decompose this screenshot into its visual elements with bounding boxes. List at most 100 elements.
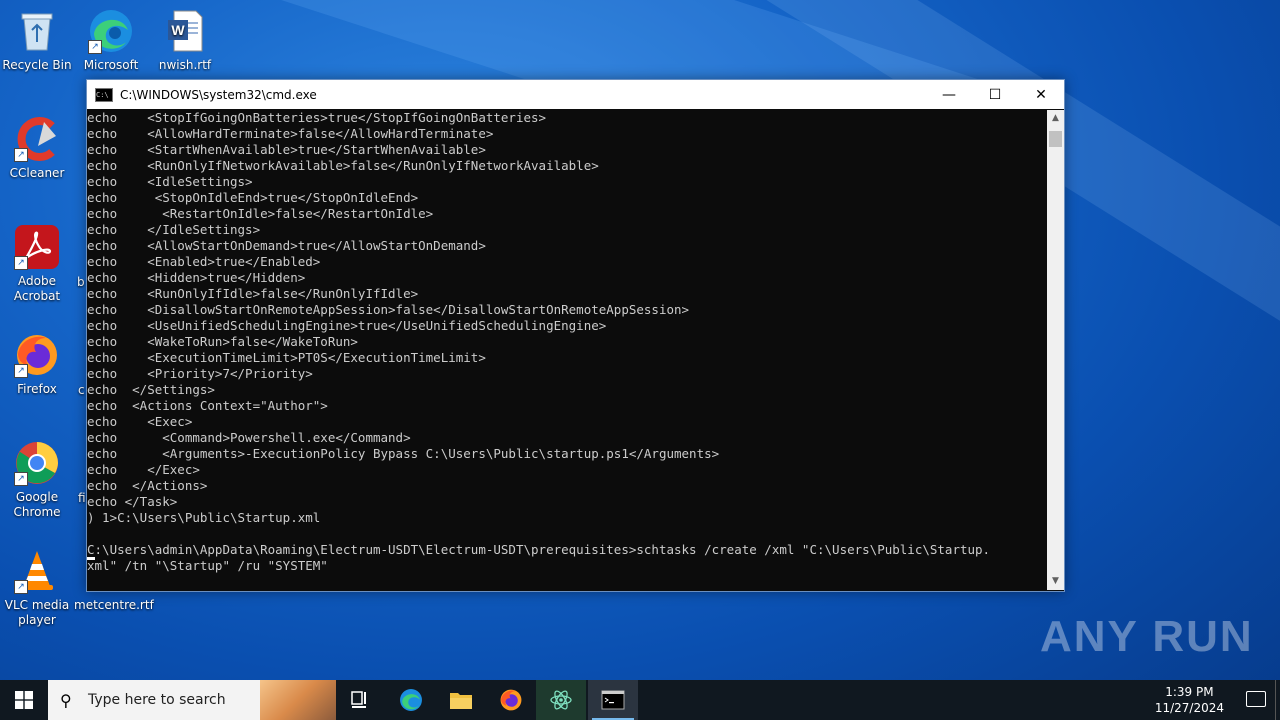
search-placeholder: Type here to search [88, 692, 226, 708]
scroll-thumb[interactable] [1049, 131, 1062, 147]
desktop-icon-label: nwish.rtf [158, 58, 212, 72]
task-view-button[interactable] [336, 680, 386, 720]
console-line: xml" /tn "\Startup" /ru "SYSTEM" [87, 558, 328, 573]
scroll-up-icon[interactable]: ▲ [1047, 110, 1064, 127]
shortcut-arrow-icon: ↗ [14, 580, 28, 594]
window-titlebar[interactable]: C:\ C:\WINDOWS\system32\cmd.exe — ☐ ✕ [87, 80, 1064, 109]
console-line: echo <RunOnlyIfNetworkAvailable>false</R… [87, 158, 599, 173]
firefox-icon [500, 689, 522, 711]
taskbar-firefox-button[interactable] [486, 680, 536, 720]
console-line: echo <AllowStartOnDemand>true</AllowStar… [87, 238, 486, 253]
vlc-cone-icon: ↗ [14, 548, 60, 594]
svg-text:W: W [171, 22, 185, 38]
anyrun-watermark: ANY RUN [1040, 612, 1254, 661]
console-line: echo <Exec> [87, 414, 193, 429]
console-output[interactable]: echo <StopIfGoingOnBatteries>true</StopI… [87, 110, 1047, 590]
clock-time: 1:39 PM [1165, 685, 1214, 699]
desktop-icon-edge[interactable]: ↗ Microsoft Edge [74, 8, 148, 73]
console-line: echo <Enabled>true</Enabled> [87, 254, 321, 269]
desktop-icon-firefox[interactable]: ↗ Firefox [0, 332, 74, 397]
console-line: echo </Exec> [87, 462, 200, 477]
chrome-icon: ↗ [14, 440, 60, 486]
console-line: echo <Command>Powershell.exe</Command> [87, 430, 411, 445]
desktop-icon-vlc[interactable]: ↗ VLC media player [0, 548, 74, 628]
shortcut-arrow-icon: ↗ [88, 40, 102, 54]
maximize-button[interactable]: ☐ [972, 80, 1018, 109]
console-line: C:\Users\admin\AppData\Roaming\Electrum-… [87, 542, 991, 557]
console-line: echo </Task> [87, 494, 178, 509]
cmd-icon: C:\ [95, 87, 113, 102]
console-line: echo <StopIfGoingOnBatteries>true</StopI… [87, 110, 547, 125]
scroll-down-icon[interactable]: ▼ [1047, 573, 1064, 590]
vertical-scrollbar[interactable]: ▲ ▼ [1047, 110, 1064, 590]
cmd-window[interactable]: C:\ C:\WINDOWS\system32\cmd.exe — ☐ ✕ ec… [86, 79, 1065, 592]
partial-icon-label: c [78, 383, 85, 397]
desktop-icon-nwish-rtf[interactable]: W nwish.rtf [148, 8, 222, 73]
taskbar-electron-app-button[interactable] [536, 680, 586, 720]
shortcut-arrow-icon: ↗ [14, 364, 28, 378]
desktop-icon-label: VLC media player [4, 598, 70, 627]
desktop-icon-google-chrome[interactable]: ↗ Google Chrome [0, 440, 74, 520]
taskbar-edge-button[interactable] [386, 680, 436, 720]
start-button[interactable] [0, 680, 48, 720]
clock-date: 11/27/2024 [1154, 701, 1224, 715]
console-line: echo <DisallowStartOnRemoteAppSession>fa… [87, 302, 690, 317]
partial-icon-label: b [77, 275, 85, 289]
console-line: echo <WakeToRun>false</WakeToRun> [87, 334, 358, 349]
console-line: echo <ExecutionTimeLimit>PT0S</Execution… [87, 350, 486, 365]
desktop-icon-label: Adobe Acrobat [13, 274, 61, 303]
shortcut-arrow-icon: ↗ [14, 472, 28, 486]
notification-icon[interactable] [1246, 691, 1266, 707]
partial-icon-label: fi [78, 491, 86, 505]
desktop-icon-label: Microsoft Edge [83, 58, 139, 72]
search-highlight-image [260, 680, 336, 720]
desktop-icon-recycle-bin[interactable]: Recycle Bin [0, 8, 74, 73]
taskbar-clock[interactable]: 1:39 PM 11/27/2024 [1155, 680, 1224, 720]
cmd-icon [601, 690, 625, 710]
close-button[interactable]: ✕ [1018, 80, 1064, 109]
ccleaner-icon: ↗ [14, 116, 60, 162]
windows-logo-icon [15, 691, 33, 709]
show-desktop-button[interactable] [1275, 680, 1280, 720]
taskbar-cmd-button[interactable] [588, 680, 638, 720]
taskbar-file-explorer-button[interactable] [436, 680, 486, 720]
task-view-icon [351, 691, 366, 708]
console-line: echo <Hidden>true</Hidden> [87, 270, 306, 285]
recycle-bin-icon [14, 8, 60, 54]
adobe-acrobat-icon: ↗ [14, 224, 60, 270]
console-line: echo </Actions> [87, 478, 208, 493]
edge-icon: ↗ [88, 8, 134, 54]
console-line: echo <RestartOnIdle>false</RestartOnIdle… [87, 206, 434, 221]
search-icon: ⚲ [60, 690, 72, 710]
console-line: echo <IdleSettings> [87, 174, 253, 189]
console-line: echo <Priority>7</Priority> [87, 366, 313, 381]
edge-icon [400, 689, 422, 711]
console-line: echo <Actions Context="Author"> [87, 398, 328, 413]
shortcut-arrow-icon: ↗ [14, 256, 28, 270]
desktop-icon-label: Google Chrome [13, 490, 61, 519]
desktop-icon-label: CCleaner [9, 166, 65, 180]
desktop-icon-adobe-acrobat[interactable]: ↗ Adobe Acrobat [0, 224, 74, 304]
word-document-icon: W [162, 8, 208, 54]
firefox-icon: ↗ [14, 332, 60, 378]
console-line: echo <UseUnifiedSchedulingEngine>true</U… [87, 318, 607, 333]
taskbar-search-box[interactable]: ⚲ Type here to search [48, 680, 336, 720]
desktop-icon-label: Firefox [17, 382, 57, 396]
text-cursor [87, 557, 95, 560]
atom-icon [550, 690, 572, 710]
shortcut-arrow-icon: ↗ [14, 148, 28, 162]
console-line: echo <StopOnIdleEnd>true</StopOnIdleEnd> [87, 190, 419, 205]
console-line: echo <RunOnlyIfIdle>false</RunOnlyIfIdle… [87, 286, 419, 301]
minimize-button[interactable]: — [926, 80, 972, 109]
folder-icon [450, 693, 472, 709]
console-line: echo <AllowHardTerminate>false</AllowHar… [87, 126, 494, 141]
desktop-icon-label: Recycle Bin [2, 58, 72, 72]
console-line: echo </IdleSettings> [87, 222, 261, 237]
console-line: echo </Settings> [87, 382, 215, 397]
console-line: echo <Arguments>-ExecutionPolicy Bypass … [87, 446, 720, 461]
taskbar: ⚲ Type here to search 1:39 PM 11/27/2024 [0, 680, 1280, 720]
console-line: ) 1>C:\Users\Public\Startup.xml [87, 510, 321, 525]
window-title: C:\WINDOWS\system32\cmd.exe [120, 87, 317, 102]
desktop-icon-ccleaner[interactable]: ↗ CCleaner [0, 116, 74, 181]
